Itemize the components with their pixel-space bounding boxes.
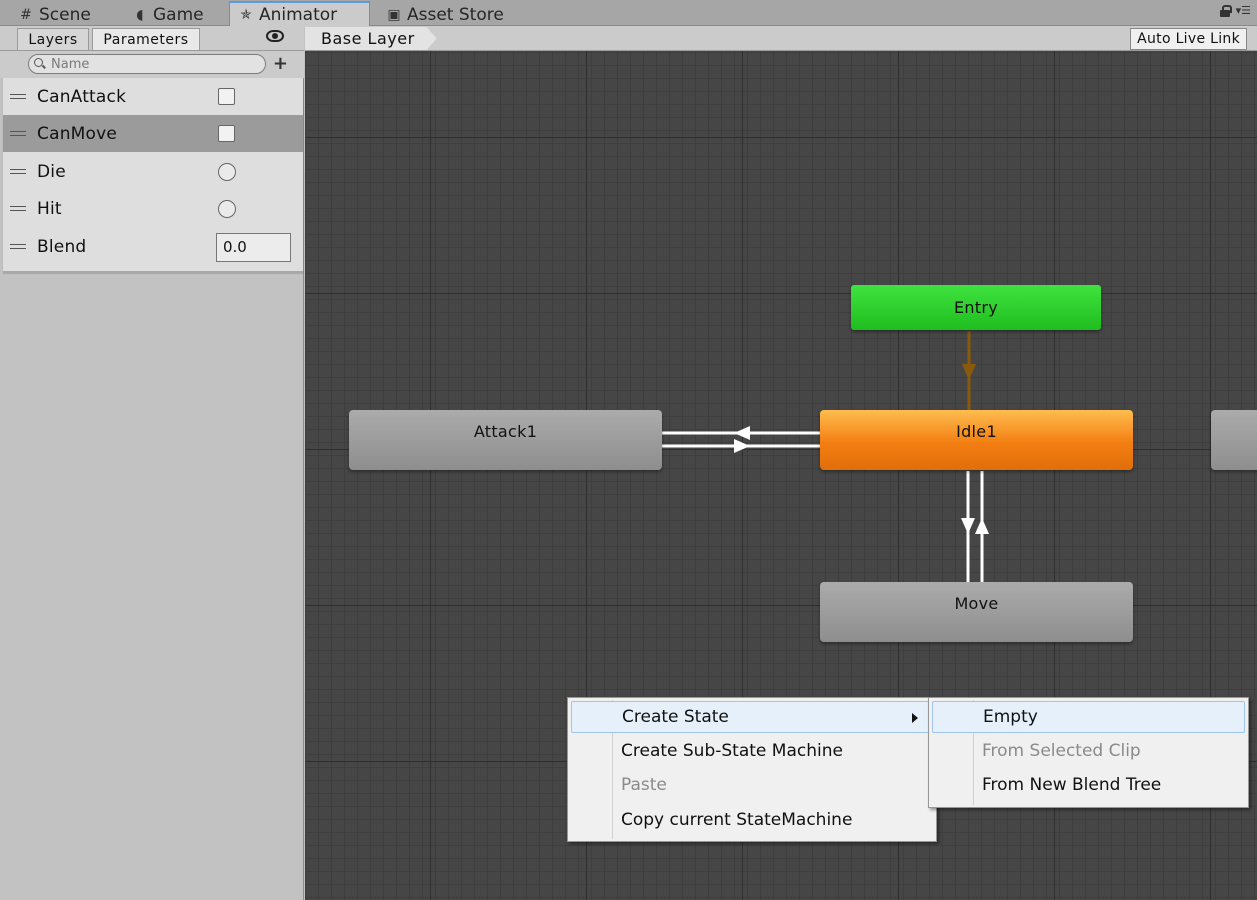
submenu-item-label: Empty [983, 707, 1038, 727]
submenu-item-label: From Selected Clip [982, 741, 1141, 761]
transition-idle-to-attack[interactable] [662, 426, 820, 440]
state-idle1-label: Idle1 [956, 422, 997, 441]
entry-transition[interactable] [962, 331, 976, 410]
menu-item-label: Paste [621, 775, 667, 795]
graph-context-menu: Create State Create Sub-State Machine Pa… [567, 697, 937, 842]
menu-item-label: Create Sub-State Machine [621, 741, 843, 761]
state-entry-label: Entry [953, 298, 999, 317]
submenu-item-empty[interactable]: Empty [932, 701, 1245, 733]
state-attack1-label: Attack1 [473, 422, 538, 441]
state-offscreen[interactable] [1211, 410, 1257, 470]
submenu-arrow-icon [912, 713, 918, 723]
menu-item-create-sub-state-machine[interactable]: Create Sub-State Machine [571, 735, 933, 767]
transition-attack-to-idle[interactable] [662, 439, 820, 453]
submenu-item-from-selected-clip[interactable]: From Selected Clip [932, 735, 1245, 767]
menu-item-create-state[interactable]: Create State [571, 701, 933, 733]
menu-item-copy-state-machine[interactable]: Copy current StateMachine [571, 804, 933, 836]
state-move[interactable]: Move [820, 582, 1133, 642]
state-move-label: Move [954, 594, 999, 613]
submenu-item-from-new-blend-tree[interactable]: From New Blend Tree [932, 769, 1245, 801]
state-attack1[interactable]: Attack1 [349, 410, 662, 470]
menu-item-paste[interactable]: Paste [571, 769, 933, 801]
submenu-item-label: From New Blend Tree [982, 775, 1162, 795]
menu-item-label: Copy current StateMachine [621, 810, 853, 830]
create-state-submenu: Empty From Selected Clip From New Blend … [928, 697, 1249, 808]
menu-item-label: Create State [622, 707, 729, 727]
transition-move-to-idle[interactable] [975, 471, 989, 582]
state-idle1[interactable]: Idle1 [820, 410, 1133, 470]
state-entry[interactable]: Entry [851, 285, 1101, 330]
transition-idle-to-move[interactable] [961, 471, 975, 582]
